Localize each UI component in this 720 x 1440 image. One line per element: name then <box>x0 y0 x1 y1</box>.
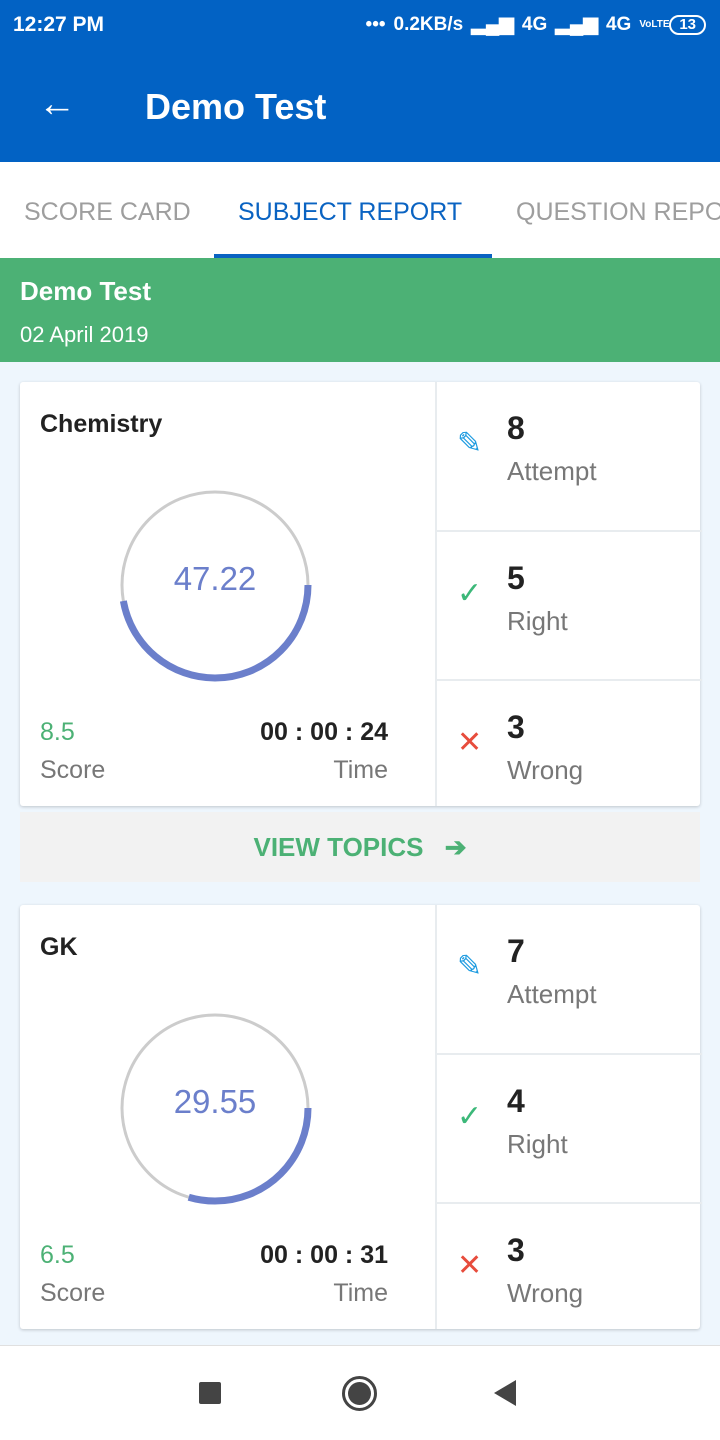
percent-value: 29.55 <box>173 1083 257 1120</box>
tab-subject-report[interactable]: SUBJECT REPORT <box>238 198 462 227</box>
attempt-label: Attempt <box>507 979 597 1009</box>
arrow-right-icon: ➔ <box>444 832 467 862</box>
view-topics-button[interactable]: VIEW TOPICS ➔ <box>20 812 700 882</box>
time-value: 00 : 00 : 24 <box>260 718 388 746</box>
subject-card: GK 29.55 6.5 Score 00 : 00 : 31 Time ✎ 7… <box>20 905 702 1329</box>
battery-icon: 13 <box>669 14 706 35</box>
attempt-value: 7 <box>507 933 525 969</box>
wrong-value: 3 <box>507 709 525 745</box>
app-bar: ← Demo Test <box>0 52 720 162</box>
attempt-stat: ✎ 8 Attempt <box>437 382 702 530</box>
stats-panel: ✎ 8 Attempt ✓ 5 Right ✕ 3 Wrong <box>435 382 702 806</box>
score-value: 8.5 <box>40 718 75 746</box>
volte-icon: VoLTE <box>639 18 670 30</box>
time-label: Time <box>333 756 388 784</box>
status-bar: 12:27 PM ••• 0.2KB/s ▂▄▆ 4G ▂▄▆ 4G VoLTE… <box>0 0 720 52</box>
wrong-stat: ✕ 3 Wrong <box>437 679 702 806</box>
attempt-label: Attempt <box>507 456 597 486</box>
right-stat: ✓ 5 Right <box>437 530 702 679</box>
home-icon[interactable] <box>342 1376 377 1411</box>
test-date: 02 April 2019 <box>20 322 149 347</box>
wrong-value: 3 <box>507 1232 525 1268</box>
recents-icon[interactable] <box>199 1382 221 1404</box>
network-type-1: 4G <box>521 13 548 35</box>
check-icon: ✓ <box>457 1100 483 1133</box>
status-time: 12:27 PM <box>13 13 105 36</box>
attempt-stat: ✎ 7 Attempt <box>437 905 702 1053</box>
network-type-2: 4G <box>605 13 632 35</box>
score-value: 6.5 <box>40 1241 75 1269</box>
right-label: Right <box>507 1129 568 1159</box>
page-title: Demo Test <box>145 86 327 127</box>
network-speed: 0.2KB/s <box>393 13 464 35</box>
wrong-stat: ✕ 3 Wrong <box>437 1202 702 1329</box>
stats-panel: ✎ 7 Attempt ✓ 4 Right ✕ 3 Wrong <box>435 905 702 1329</box>
view-topics-label: VIEW TOPICS <box>253 832 424 862</box>
notification-dots-icon: ••• <box>365 13 386 35</box>
time-value: 00 : 00 : 31 <box>260 1241 388 1269</box>
x-icon: ✕ <box>457 1249 483 1282</box>
percent-value: 47.22 <box>173 560 257 597</box>
tab-bar: SCORE CARD SUBJECT REPORT QUESTION REPOR… <box>0 162 720 258</box>
test-banner: Demo Test 02 April 2019 <box>0 258 720 362</box>
pencil-icon: ✎ <box>457 427 483 460</box>
subject-card: Chemistry 47.22 8.5 Score 00 : 00 : 24 T… <box>20 382 702 806</box>
right-stat: ✓ 4 Right <box>437 1053 702 1202</box>
wrong-label: Wrong <box>507 1278 584 1308</box>
attempt-value: 8 <box>507 410 525 446</box>
tab-score-card[interactable]: SCORE CARD <box>24 198 191 227</box>
subject-name: GK <box>40 933 78 961</box>
pencil-icon: ✎ <box>457 950 483 983</box>
subject-name: Chemistry <box>40 410 163 438</box>
right-value: 5 <box>507 560 525 596</box>
time-label: Time <box>333 1279 388 1307</box>
signal-icon: ▂▄▆ <box>555 14 598 35</box>
score-label: Score <box>40 756 106 784</box>
back-nav-icon[interactable] <box>494 1380 516 1406</box>
signal-icon: ▂▄▆ <box>471 14 514 35</box>
navigation-bar <box>0 1345 720 1440</box>
check-icon: ✓ <box>457 577 483 610</box>
wrong-label: Wrong <box>507 755 584 785</box>
x-icon: ✕ <box>457 726 483 759</box>
test-title: Demo Test <box>20 276 151 306</box>
right-label: Right <box>507 606 568 636</box>
arrow-left-icon[interactable]: ← <box>38 84 76 124</box>
tab-question-report[interactable]: QUESTION REPORT <box>516 198 720 227</box>
right-value: 4 <box>507 1083 525 1119</box>
score-label: Score <box>40 1279 106 1307</box>
